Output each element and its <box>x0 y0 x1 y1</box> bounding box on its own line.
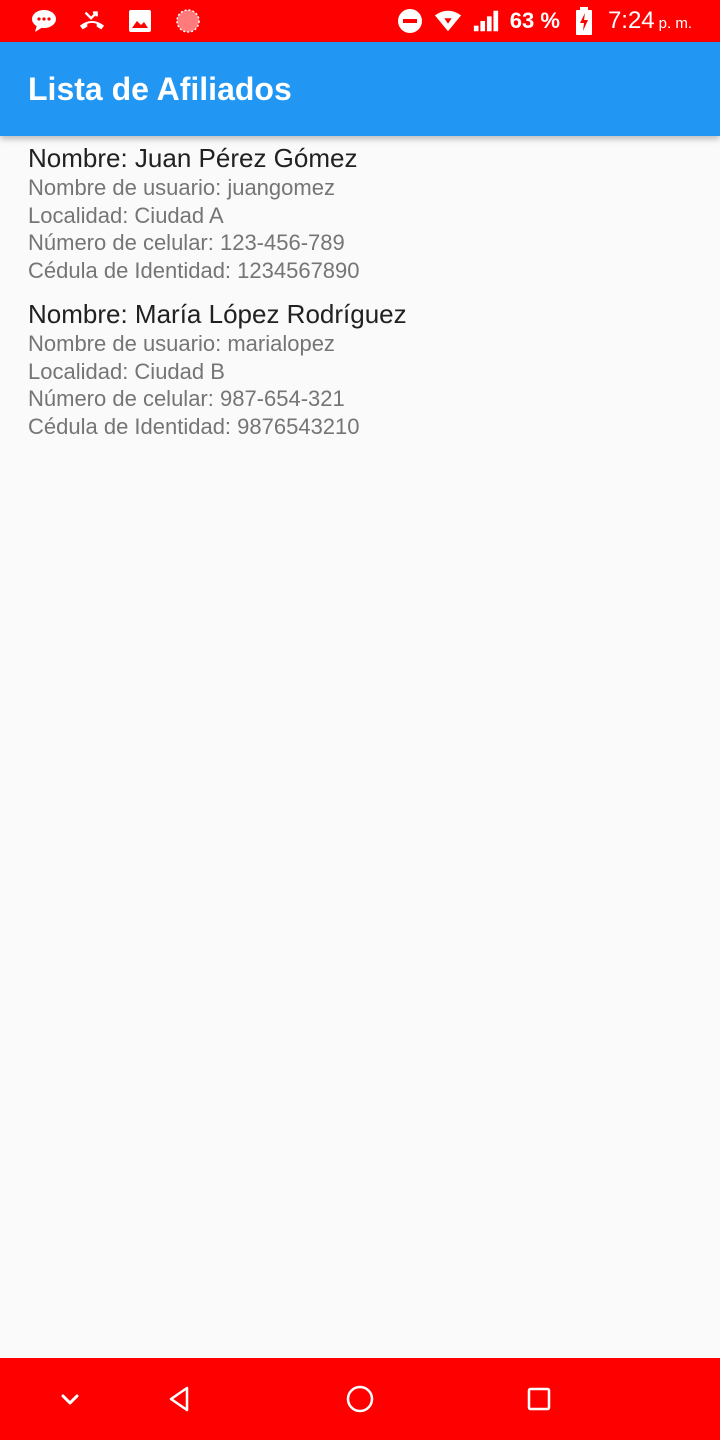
navigation-bar <box>0 1358 720 1440</box>
recents-button[interactable] <box>509 1358 569 1440</box>
back-icon <box>169 1386 189 1412</box>
affiliate-name: Nombre: Juan Pérez Gómez <box>28 143 358 173</box>
back-button[interactable] <box>150 1358 210 1440</box>
affiliate-phone: Número de celular: 987-654-321 <box>28 386 345 411</box>
battery-charging-icon <box>570 7 598 35</box>
app-bar: Lista de Afiliados <box>0 42 720 136</box>
battery-percent: 63 % <box>509 8 560 33</box>
affiliate-id-card: Cédula de Identidad: 1234567890 <box>28 257 360 283</box>
affiliate-username: Nombre de usuario: juangomez <box>28 175 335 200</box>
collapse-button[interactable] <box>40 1358 100 1440</box>
list-item[interactable]: Nombre: María López Rodríguez Nombre de … <box>28 298 698 440</box>
circle-indicator-icon <box>174 7 202 35</box>
affiliate-username: Nombre de usuario: marialopez <box>28 331 335 356</box>
page-title: Lista de Afiliados <box>28 70 292 107</box>
clock-time: 7:24 <box>607 7 655 34</box>
affiliate-name: Nombre: María López Rodríguez <box>28 299 407 329</box>
collapse-icon <box>61 1394 79 1405</box>
home-icon <box>346 1385 374 1413</box>
affiliate-id-card: Cédula de Identidad: 9876543210 <box>28 413 360 439</box>
system-icons: 63 % 7:24 p. m. <box>396 7 692 35</box>
image-icon <box>126 7 154 35</box>
status-bar: 63 % 7:24 p. m. <box>0 0 720 42</box>
wifi-icon <box>434 7 462 35</box>
clock-ampm: p. m. <box>658 15 692 32</box>
missed-call-icon <box>78 7 106 35</box>
notification-icons <box>30 7 202 35</box>
recents-icon <box>527 1387 551 1411</box>
list-item[interactable]: Nombre: Juan Pérez Gómez Nombre de usuar… <box>28 142 698 284</box>
affiliates-list: Nombre: Juan Pérez Gómez Nombre de usuar… <box>28 142 698 454</box>
affiliate-locality: Localidad: Ciudad B <box>28 358 225 384</box>
affiliate-locality: Localidad: Ciudad A <box>28 202 224 228</box>
affiliate-phone: Número de celular: 123-456-789 <box>28 230 345 255</box>
home-button[interactable] <box>330 1358 390 1440</box>
chat-bubble-icon <box>30 7 58 35</box>
do-not-disturb-icon <box>396 7 424 35</box>
clock: 7:24 p. m. <box>608 7 692 35</box>
signal-icon <box>472 7 500 35</box>
